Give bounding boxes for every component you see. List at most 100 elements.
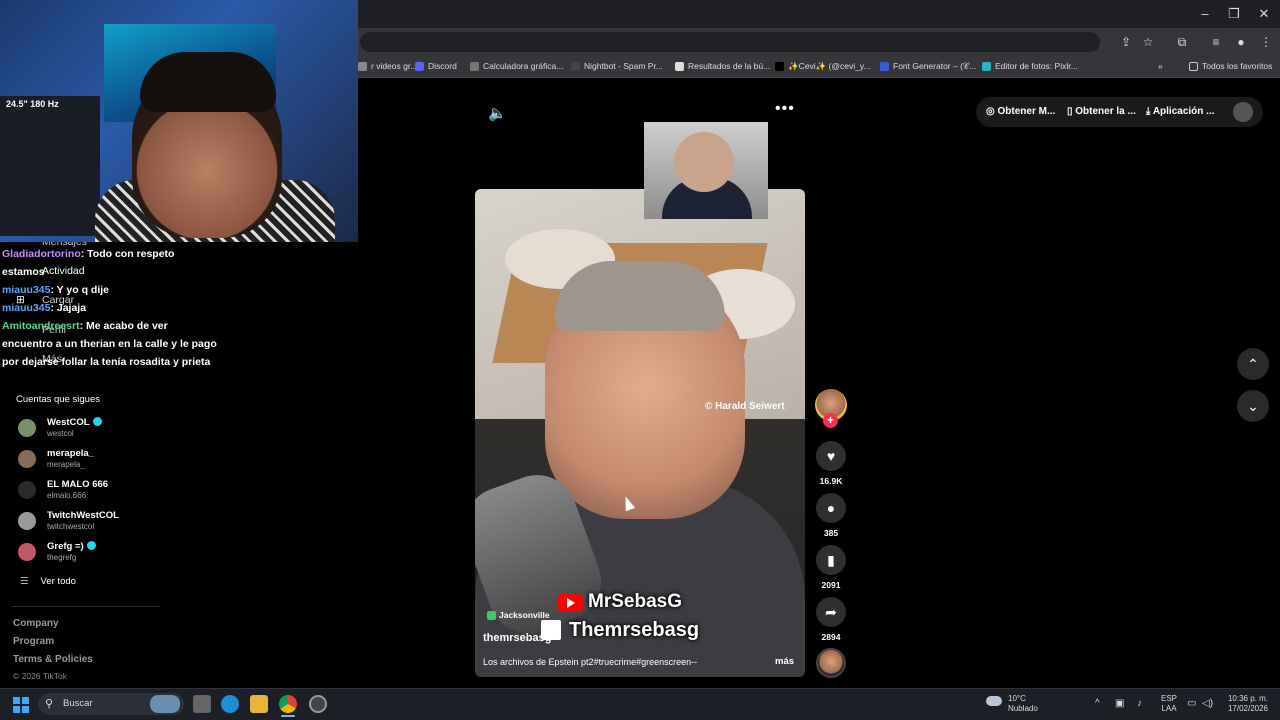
stream-chat: Gladiadortorino: Todo con respeto estamo…	[2, 245, 217, 371]
address-bar[interactable]	[360, 32, 1100, 52]
photo-credit: © Harald Seiwert	[705, 401, 785, 412]
more-options-icon[interactable]: •••	[775, 100, 795, 118]
volume-icon[interactable]: 🔈	[488, 104, 507, 122]
heart-icon: ♥	[826, 448, 836, 464]
bookmark-star-icon[interactable]: ☆	[1140, 35, 1156, 49]
get-app-button[interactable]: ▯ Obtener la ...	[1067, 106, 1136, 117]
chevron-down-icon: ⌄	[1247, 398, 1259, 414]
bookmark-label: ✨Cevi✨ (@cevi_y...	[788, 61, 871, 71]
location-icon	[487, 610, 496, 620]
bookmark-item[interactable]: Nightbot - Spam Pr...	[571, 61, 663, 71]
get-coins-button[interactable]: ◎ Obtener M...	[986, 106, 1055, 117]
save-count: 2091	[821, 580, 841, 590]
folder-icon	[1189, 61, 1198, 71]
bookmark-item[interactable]: Editor de fotos: Pixlr...	[982, 61, 1078, 71]
bookmark-favicon-icon	[880, 62, 889, 71]
following-account[interactable]: Grefg =) thegrefg	[18, 541, 168, 569]
bookmark-icon: ▮	[827, 552, 835, 568]
speaker-icon[interactable]: ◁)	[1202, 698, 1213, 709]
bookmark-label: Resultados de la bú...	[688, 61, 771, 71]
like-count: 16.9K	[819, 476, 843, 486]
bookmark-item[interactable]: r videos gr...	[358, 61, 417, 71]
media-control-icon[interactable]: ≡	[1208, 35, 1224, 49]
task-view-icon[interactable]	[193, 695, 211, 713]
comment-button[interactable]: ●	[816, 493, 846, 523]
verified-badge-icon	[92, 417, 102, 426]
chrome-active-indicator	[281, 715, 295, 717]
tray-app-icon[interactable]: ▣	[1115, 698, 1124, 709]
clock-time: 10:36 p. m.	[1227, 694, 1268, 703]
restore-button[interactable]: ❐	[1222, 6, 1246, 22]
footer-company-link[interactable]: Company	[13, 618, 59, 629]
account-name: TwitchWestCOL	[47, 510, 119, 521]
bookmark-favicon-icon	[415, 61, 424, 71]
bookmark-label: Editor de fotos: Pixlr...	[995, 61, 1078, 71]
save-button[interactable]: ▮	[816, 545, 846, 575]
chat-username: miauu345	[2, 302, 51, 314]
account-handle: twitchwestcol	[47, 522, 95, 531]
more-description-button[interactable]: más	[775, 656, 794, 667]
account-handle: merapela_	[47, 460, 85, 469]
following-account[interactable]: TwitchWestCOL twitchwestcol	[18, 510, 168, 538]
clock-date: 17/02/2026	[1227, 704, 1268, 713]
close-window-button[interactable]: ✕	[1252, 6, 1276, 22]
account-handle: elmalo.666	[47, 491, 87, 500]
language-indicator[interactable]: ESP LAA	[1161, 694, 1177, 714]
search-highlight-icon	[150, 695, 180, 713]
user-avatar[interactable]	[1233, 102, 1253, 122]
share-count: 2894	[821, 632, 841, 642]
share-arrow-icon: ➦	[825, 604, 837, 620]
account-name-text: Grefg =)	[47, 541, 84, 552]
account-handle: westcol	[47, 429, 74, 438]
bookmark-item[interactable]: Discord	[415, 61, 457, 71]
bookmark-item[interactable]: ✨Cevi✨ (@cevi_y...	[775, 61, 871, 72]
account-name: merapela_	[47, 448, 94, 459]
obs-icon[interactable]	[309, 695, 327, 713]
chat-username: Gladiadortorino	[2, 248, 81, 260]
desktop-app-button[interactable]: ⤓ Aplicación ...	[1146, 106, 1215, 117]
copyright: © 2026 TikTok	[13, 671, 67, 681]
following-account[interactable]: WestCOL westcol	[18, 417, 168, 445]
footer-program-link[interactable]: Program	[13, 636, 54, 647]
see-all-button[interactable]: ☰ Ver todo	[20, 576, 76, 587]
install-app-icon[interactable]: ⇪	[1118, 35, 1134, 49]
all-bookmarks-folder[interactable]: Todos los favoritos	[1189, 61, 1272, 71]
weather-widget[interactable]: 10°C Nublado	[986, 694, 1038, 714]
avatar	[18, 419, 36, 437]
microphone-icon[interactable]: ♪	[1137, 698, 1142, 709]
minimize-button[interactable]: –	[1193, 6, 1217, 21]
location-tag[interactable]: Jacksonville	[487, 610, 550, 620]
taskbar-clock[interactable]: 10:36 p. m. 17/02/2026	[1222, 694, 1268, 714]
browser-menu-icon[interactable]: ⋮	[1258, 35, 1274, 49]
file-explorer-icon[interactable]	[250, 695, 268, 713]
video-author[interactable]: themrsebasg	[483, 632, 551, 644]
network-icon[interactable]: ▭	[1187, 698, 1196, 709]
profile-avatar-icon[interactable]: ●	[1233, 35, 1249, 49]
music-disc-avatar[interactable]	[816, 648, 846, 678]
previous-video-button[interactable]: ⌃	[1237, 348, 1269, 380]
account-name: EL MALO 666	[47, 479, 108, 490]
following-account[interactable]: merapela_ merapela_	[18, 448, 168, 476]
bookmarks-overflow-button[interactable]: »	[1158, 61, 1163, 71]
bookmark-item[interactable]: Font Generator – (𝒞...	[880, 61, 976, 72]
bookmark-item[interactable]: Resultados de la bú...	[675, 61, 770, 71]
chat-message: miauu345: Jajaja	[2, 299, 217, 317]
bookmark-label: Nightbot - Spam Pr...	[584, 61, 663, 71]
chrome-icon[interactable]	[279, 695, 297, 713]
next-video-button[interactable]: ⌄	[1237, 390, 1269, 422]
bookmark-item[interactable]: Calculadora gráfica...	[470, 61, 563, 71]
account-name: Grefg =)	[47, 541, 96, 552]
search-icon: ⚲	[45, 698, 54, 710]
following-account[interactable]: EL MALO 666 elmalo.666	[18, 479, 168, 507]
footer-terms-link[interactable]: Terms & Policies	[13, 654, 93, 665]
share-button[interactable]: ➦	[816, 597, 846, 627]
tray-overflow-icon[interactable]: ^	[1095, 698, 1100, 709]
windows-start-button[interactable]	[13, 697, 29, 713]
like-button[interactable]: ♥	[816, 441, 846, 471]
follow-plus-button[interactable]: +	[823, 413, 838, 428]
keyboard-layout: LAA	[1161, 704, 1177, 713]
edge-browser-icon[interactable]	[221, 695, 239, 713]
extensions-icon[interactable]: ⧉	[1174, 35, 1190, 50]
avatar	[18, 450, 36, 468]
bookmark-favicon-icon	[571, 61, 580, 71]
